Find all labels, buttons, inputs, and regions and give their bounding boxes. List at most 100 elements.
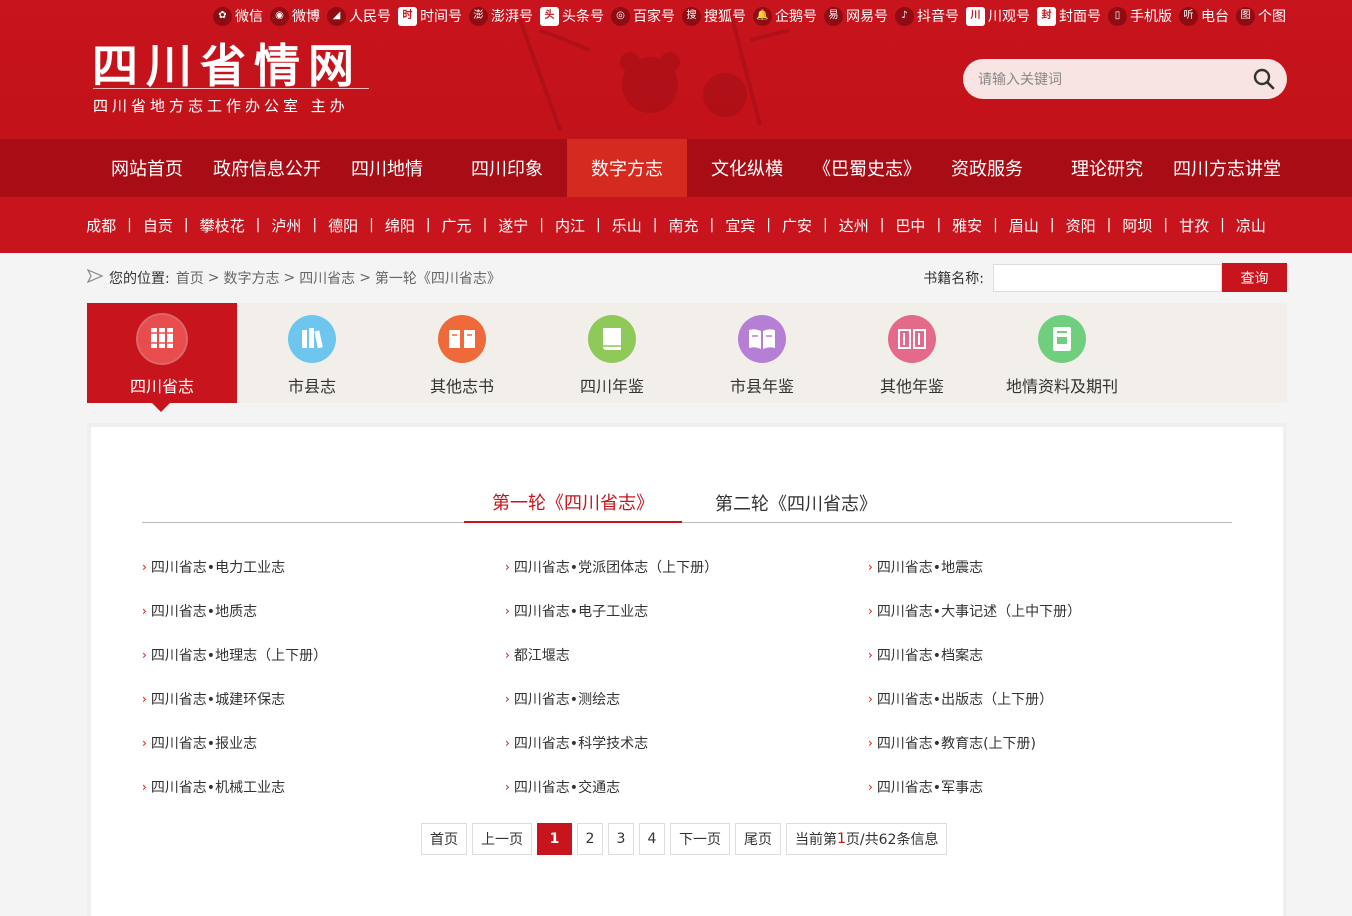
book-list-item[interactable]: › 四川省志•大事记述（上中下册） bbox=[868, 589, 1232, 633]
top-link-7[interactable]: 搜搜狐号 bbox=[682, 6, 746, 26]
nav-item-3[interactable]: 四川印象 bbox=[447, 139, 567, 197]
chevron-right-icon: › bbox=[505, 604, 510, 618]
city-separator: | bbox=[993, 217, 998, 233]
nav-item-9[interactable]: 四川方志讲堂 bbox=[1167, 139, 1287, 197]
top-link-label: 头条号 bbox=[562, 9, 604, 25]
top-link-1[interactable]: ◉ 微博 bbox=[270, 6, 320, 26]
prev-page-button[interactable]: 上一页 bbox=[472, 823, 532, 855]
breadcrumb-home[interactable]: 首页 bbox=[176, 268, 204, 288]
nav-item-5[interactable]: 文化纵横 bbox=[687, 139, 807, 197]
nav-item-4[interactable]: 数字方志 bbox=[567, 139, 687, 197]
nav-item-0[interactable]: 网站首页 bbox=[87, 139, 207, 197]
page-number-4[interactable]: 4 bbox=[639, 823, 665, 855]
tab-first-edition[interactable]: 第一轮《四川省志》 bbox=[464, 482, 682, 523]
book-list-item[interactable]: › 四川省志•地理志（上下册） bbox=[142, 633, 505, 677]
city-link-1[interactable]: 自贡 bbox=[143, 215, 173, 236]
city-link-8[interactable]: 内江 bbox=[555, 215, 585, 236]
book-list-item[interactable]: › 四川省志•地质志 bbox=[142, 589, 505, 633]
nav-item-6[interactable]: 《巴蜀史志》 bbox=[807, 139, 927, 197]
search-icon[interactable] bbox=[1251, 66, 1277, 92]
city-link-4[interactable]: 德阳 bbox=[328, 215, 358, 236]
top-link-5[interactable]: 头头条号 bbox=[540, 6, 604, 26]
city-link-14[interactable]: 巴中 bbox=[895, 215, 925, 236]
volumes-icon bbox=[288, 315, 336, 363]
category-tab-3[interactable]: 四川年鉴 bbox=[537, 303, 687, 403]
book-title: 四川省志•出版志（上下册） bbox=[876, 692, 1054, 708]
page-number-2[interactable]: 2 bbox=[577, 823, 603, 855]
category-tab-6[interactable]: 地情资料及期刊 bbox=[987, 303, 1137, 403]
top-link-9[interactable]: 易网易号 bbox=[824, 6, 888, 26]
city-link-13[interactable]: 达州 bbox=[839, 215, 869, 236]
next-page-button[interactable]: 下一页 bbox=[670, 823, 730, 855]
book-list-item[interactable]: › 四川省志•电力工业志 bbox=[142, 545, 505, 589]
book-list-item[interactable]: › 四川省志•党派团体志（上下册） bbox=[505, 545, 868, 589]
top-link-0[interactable]: ✿ 微信 bbox=[213, 6, 263, 26]
city-link-20[interactable]: 凉山 bbox=[1236, 215, 1266, 236]
breadcrumb-current[interactable]: 第一轮《四川省志》 bbox=[375, 268, 501, 288]
top-link-2[interactable]: ◢ 人民号 bbox=[327, 6, 391, 26]
city-link-18[interactable]: 阿坝 bbox=[1122, 215, 1152, 236]
breadcrumb-digital-gazetteer[interactable]: 数字方志 bbox=[223, 268, 279, 288]
city-link-17[interactable]: 资阳 bbox=[1066, 215, 1096, 236]
book-list-item[interactable]: › 四川省志•教育志(上下册) bbox=[868, 721, 1232, 765]
city-link-10[interactable]: 南充 bbox=[668, 215, 698, 236]
page-number-3[interactable]: 3 bbox=[608, 823, 634, 855]
nav-item-2[interactable]: 四川地情 bbox=[327, 139, 447, 197]
book-list-item[interactable]: › 都江堰志 bbox=[505, 633, 868, 677]
book-list-item[interactable]: › 四川省志•城建环保志 bbox=[142, 677, 505, 721]
top-link-6[interactable]: ◎ 百家号 bbox=[611, 6, 675, 26]
top-link-13[interactable]: ▯ 手机版 bbox=[1108, 6, 1172, 26]
category-tab-2[interactable]: 其他志书 bbox=[387, 303, 537, 403]
top-link-8[interactable]: 🔔 企鹅号 bbox=[753, 6, 817, 26]
top-link-14[interactable]: 听电台 bbox=[1179, 6, 1229, 26]
category-tab-5[interactable]: 其他年鉴 bbox=[837, 303, 987, 403]
book-list-item[interactable]: › 四川省志•档案志 bbox=[868, 633, 1232, 677]
book-list-item[interactable]: › 四川省志•测绘志 bbox=[505, 677, 868, 721]
category-tabs: 四川省志 市县志 其他志书 四川年鉴 市县年鉴 其他年鉴 地情资料及期刊 bbox=[87, 303, 1287, 412]
city-link-7[interactable]: 遂宁 bbox=[498, 215, 528, 236]
top-link-10[interactable]: ♪ 抖音号 bbox=[895, 6, 959, 26]
book-list-item[interactable]: › 四川省志•电子工业志 bbox=[505, 589, 868, 633]
book-list-item[interactable]: › 四川省志•报业志 bbox=[142, 721, 505, 765]
nav-item-7[interactable]: 资政服务 bbox=[927, 139, 1047, 197]
city-link-16[interactable]: 眉山 bbox=[1009, 215, 1039, 236]
category-label: 地情资料及期刊 bbox=[1005, 377, 1118, 396]
book-list-item[interactable]: › 四川省志•交通志 bbox=[505, 765, 868, 809]
book-list-item[interactable]: › 四川省志•军事志 bbox=[868, 765, 1232, 809]
nav-item-1[interactable]: 政府信息公开 bbox=[207, 139, 327, 197]
top-link-4[interactable]: 澎澎湃号 bbox=[469, 6, 533, 26]
site-logo-title[interactable]: 四川省情网 bbox=[92, 30, 362, 96]
breadcrumb-provincial-gazetteer[interactable]: 四川省志 bbox=[299, 268, 355, 288]
last-page-button[interactable]: 尾页 bbox=[735, 823, 781, 855]
chevron-right-icon: › bbox=[868, 604, 873, 618]
top-link-15[interactable]: 图个图 bbox=[1236, 6, 1286, 26]
city-link-11[interactable]: 宜宾 bbox=[725, 215, 755, 236]
category-tab-4[interactable]: 市县年鉴 bbox=[687, 303, 837, 403]
book-list-item[interactable]: › 四川省志•机械工业志 bbox=[142, 765, 505, 809]
category-tab-1[interactable]: 市县志 bbox=[237, 303, 387, 403]
book-name-input[interactable] bbox=[993, 263, 1222, 292]
site-search-input[interactable] bbox=[978, 71, 1251, 87]
city-link-5[interactable]: 绵阳 bbox=[385, 215, 415, 236]
city-link-9[interactable]: 乐山 bbox=[612, 215, 642, 236]
city-link-19[interactable]: 甘孜 bbox=[1179, 215, 1209, 236]
book-search-button[interactable]: 查询 bbox=[1222, 263, 1287, 292]
category-label: 其他志书 bbox=[429, 377, 494, 396]
city-link-3[interactable]: 泸州 bbox=[271, 215, 301, 236]
book-list-item[interactable]: › 四川省志•出版志（上下册） bbox=[868, 677, 1232, 721]
city-link-2[interactable]: 攀枝花 bbox=[200, 215, 245, 236]
top-link-11[interactable]: 川川观号 bbox=[966, 6, 1030, 26]
top-link-12[interactable]: 封封面号 bbox=[1037, 6, 1101, 26]
book-list-item[interactable]: › 四川省志•科学技术志 bbox=[505, 721, 868, 765]
book-list-item[interactable]: › 四川省志•地震志 bbox=[868, 545, 1232, 589]
city-link-12[interactable]: 广安 bbox=[782, 215, 812, 236]
category-tab-0[interactable]: 四川省志 bbox=[87, 303, 237, 412]
city-link-0[interactable]: 成都 bbox=[86, 215, 116, 236]
first-page-button[interactable]: 首页 bbox=[421, 823, 467, 855]
city-link-15[interactable]: 雅安 bbox=[952, 215, 982, 236]
tab-second-edition[interactable]: 第二轮《四川省志》 bbox=[712, 482, 880, 523]
nav-item-8[interactable]: 理论研究 bbox=[1047, 139, 1167, 197]
page-number-1[interactable]: 1 bbox=[537, 823, 572, 855]
city-link-6[interactable]: 广元 bbox=[442, 215, 472, 236]
top-link-3[interactable]: 时时间号 bbox=[398, 6, 462, 26]
